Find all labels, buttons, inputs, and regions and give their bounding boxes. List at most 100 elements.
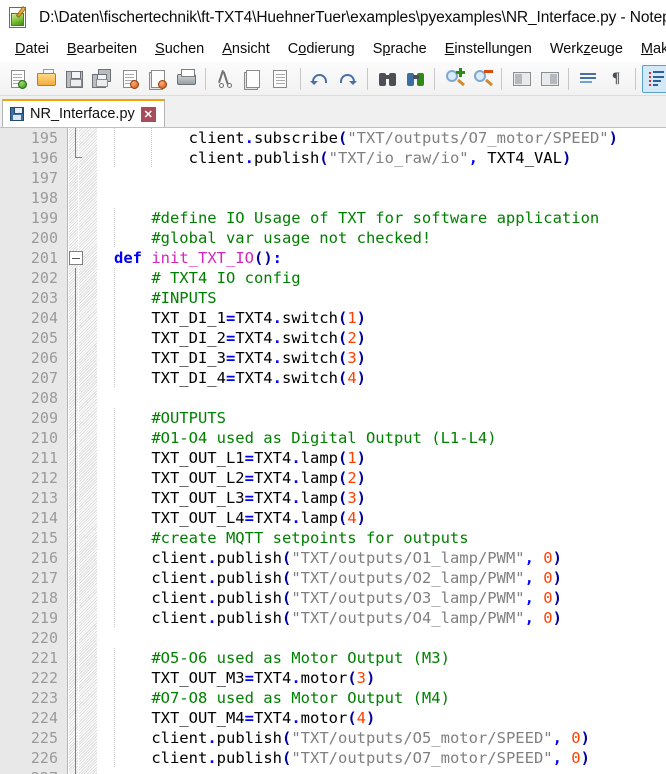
- menu-makros[interactable]: Makros: [632, 39, 666, 59]
- code-line[interactable]: 218 client.publish("TXT/outputs/O3_lamp/P…: [0, 588, 666, 608]
- code-line[interactable]: 213 TXT_OUT_L3=TXT4.lamp(3): [0, 488, 666, 508]
- indent-guide: [151, 128, 153, 148]
- indent-guide: [114, 468, 115, 488]
- code-line[interactable]: 204 TXT_DI_1=TXT4.switch(1): [0, 308, 666, 328]
- line-number: 220: [30, 629, 58, 647]
- fold-collapse-icon[interactable]: [69, 251, 83, 265]
- code-line[interactable]: 196 client.publish("TXT/io_raw/io", TXT4_…: [0, 148, 666, 168]
- paste-icon[interactable]: [268, 65, 294, 93]
- fold-line: [75, 128, 76, 148]
- menu-bar[interactable]: Datei Bearbeiten Suchen Ansicht Codierun…: [0, 36, 666, 62]
- indent-guide-icon[interactable]: [642, 64, 666, 93]
- code-line[interactable]: 224 TXT_OUT_M4=TXT4.motor(4): [0, 708, 666, 728]
- code-line[interactable]: 219 client.publish("TXT/outputs/O4_lamp/P…: [0, 608, 666, 628]
- close-all-icon[interactable]: [145, 65, 171, 93]
- code-line[interactable]: 207 TXT_DI_4=TXT4.switch(4): [0, 368, 666, 388]
- sync-horizontal-icon[interactable]: [536, 65, 562, 93]
- menu-suchen[interactable]: Suchen: [146, 39, 213, 59]
- find-icon[interactable]: [374, 65, 400, 93]
- menu-einstellungen[interactable]: Einstellungen: [436, 39, 541, 59]
- close-icon[interactable]: ✕: [140, 106, 156, 122]
- code-line[interactable]: 221 #O5-O6 used as Motor Output (M3): [0, 648, 666, 668]
- code-line[interactable]: 216 client.publish("TXT/outputs/O1_lamp/P…: [0, 548, 666, 568]
- code-line[interactable]: 205 TXT_DI_2=TXT4.switch(2): [0, 328, 666, 348]
- token-id: publish: [216, 609, 282, 627]
- token-op: ,: [552, 729, 572, 747]
- code-line[interactable]: 197: [0, 168, 666, 188]
- code-editor[interactable]: 195 client.subscribe("TXT/outputs/O7_moto…: [0, 128, 666, 774]
- sync-vertical-icon[interactable]: [508, 65, 534, 93]
- code-line[interactable]: 210 #O1-O4 used as Digital Output (L1-L4): [0, 428, 666, 448]
- token-op: =: [225, 309, 236, 327]
- token-par: (: [281, 549, 292, 567]
- menu-sprache[interactable]: Sprache: [364, 39, 436, 59]
- token-par: ): [552, 589, 562, 607]
- fold-line: [75, 428, 76, 448]
- token-id: TXT4: [253, 469, 292, 487]
- token-num: 1: [347, 309, 357, 327]
- token-com: #define IO Usage of TXT for software app…: [151, 209, 600, 227]
- code-line[interactable]: 195 client.subscribe("TXT/outputs/O7_moto…: [0, 128, 666, 148]
- fold-line: [75, 688, 76, 708]
- show-all-chars-icon[interactable]: ¶: [603, 65, 629, 93]
- token-id: client: [151, 549, 208, 567]
- fold-line: [75, 508, 76, 528]
- word-wrap-icon[interactable]: [575, 65, 601, 93]
- token-num: 0: [543, 569, 553, 587]
- tab-nr-interface[interactable]: NR_Interface.py ✕: [2, 99, 165, 127]
- cut-icon[interactable]: [212, 65, 238, 93]
- code-line[interactable]: 202 # TXT4 IO config: [0, 268, 666, 288]
- code-line[interactable]: 211 TXT_OUT_L1=TXT4.lamp(1): [0, 448, 666, 468]
- menu-ansicht[interactable]: Ansicht: [213, 39, 279, 59]
- code-line[interactable]: 214 TXT_OUT_L4=TXT4.lamp(4): [0, 508, 666, 528]
- code-line[interactable]: 212 TXT_OUT_L2=TXT4.lamp(2): [0, 468, 666, 488]
- token-id: TXT4: [253, 509, 292, 527]
- menu-werkzeuge[interactable]: Werkzeuge: [541, 39, 632, 59]
- line-number: 200: [30, 229, 58, 247]
- replace-icon[interactable]: [402, 65, 428, 93]
- menu-bearbeiten[interactable]: Bearbeiten: [58, 39, 146, 59]
- line-number: 205: [30, 329, 58, 347]
- code-line[interactable]: 206 TXT_DI_3=TXT4.switch(3): [0, 348, 666, 368]
- code-line[interactable]: 217 client.publish("TXT/outputs/O2_lamp/P…: [0, 568, 666, 588]
- code-line[interactable]: 200 #global var usage not checked!: [0, 228, 666, 248]
- code-line[interactable]: 222 TXT_OUT_M3=TXT4.motor(3): [0, 668, 666, 688]
- code-line[interactable]: 208: [0, 388, 666, 408]
- token-par: (: [319, 149, 329, 167]
- code-line[interactable]: 209 #OUTPUTS: [0, 408, 666, 428]
- open-file-icon[interactable]: [33, 65, 59, 93]
- code-line[interactable]: 201 def init_TXT_IO():: [0, 248, 666, 268]
- code-line[interactable]: 226 client.publish("TXT/outputs/O7_motor/…: [0, 748, 666, 768]
- token-id: switch: [281, 309, 338, 327]
- token-id: publish: [216, 589, 282, 607]
- token-op: .: [291, 449, 301, 467]
- token-op: .: [207, 749, 217, 767]
- menu-codierung[interactable]: Codierung: [279, 39, 364, 59]
- close-file-icon[interactable]: [117, 65, 143, 93]
- code-line[interactable]: 203 #INPUTS: [0, 288, 666, 308]
- toolbar-separator: [205, 67, 206, 90]
- code-line[interactable]: 223 #O7-O8 used as Motor Output (M4): [0, 688, 666, 708]
- line-number: 216: [30, 549, 58, 567]
- save-icon[interactable]: [61, 65, 87, 93]
- line-number: 199: [30, 209, 58, 227]
- save-all-icon[interactable]: [89, 65, 115, 93]
- zoom-in-icon[interactable]: [441, 65, 467, 93]
- code-line[interactable]: 199 #define IO Usage of TXT for software …: [0, 208, 666, 228]
- print-icon[interactable]: [173, 65, 199, 93]
- token-par: (: [337, 349, 348, 367]
- new-file-icon[interactable]: [5, 65, 31, 93]
- fold-line: [75, 488, 76, 508]
- copy-icon[interactable]: [240, 65, 266, 93]
- undo-icon[interactable]: [307, 65, 333, 93]
- zoom-out-icon[interactable]: [469, 65, 495, 93]
- redo-icon[interactable]: [335, 65, 361, 93]
- code-line[interactable]: 198: [0, 188, 666, 208]
- code-line[interactable]: 225 client.publish("TXT/outputs/O5_motor/…: [0, 728, 666, 748]
- code-line[interactable]: 220: [0, 628, 666, 648]
- code-line[interactable]: 227: [0, 768, 666, 774]
- indent-guide: [114, 228, 115, 248]
- menu-datei[interactable]: Datei: [6, 39, 58, 59]
- code-line[interactable]: 215 #create MQTT setpoints for outputs: [0, 528, 666, 548]
- fold-line: [75, 588, 76, 608]
